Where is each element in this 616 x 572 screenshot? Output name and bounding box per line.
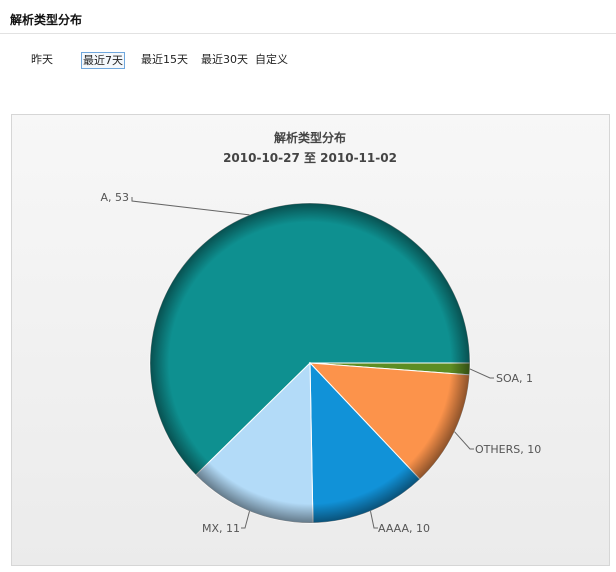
chart-title: 解析类型分布 — [274, 130, 346, 145]
tab-custom-range[interactable]: 自定义 — [254, 52, 289, 69]
connector-line-aaaa — [370, 510, 378, 529]
pie-slices — [149, 202, 471, 524]
slice-label-soa: SOA, 1 — [496, 372, 533, 385]
connector-line-others — [454, 431, 474, 450]
connector-line-a — [131, 197, 250, 216]
tab-last-30-days[interactable]: 最近30天 — [200, 52, 249, 69]
chart-subtitle: 2010-10-27 至 2010-11-02 — [223, 151, 397, 165]
tab-yesterday[interactable]: 昨天 — [30, 52, 54, 69]
date-range-tabs: 昨天 最近7天 最近15天 最近30天 自定义 — [0, 0, 616, 80]
pie-chart: 解析类型分布 2010-10-27 至 2010-11-02 A, 53 SOA,… — [100, 130, 541, 535]
slice-label-aaaa: AAAA, 10 — [378, 522, 430, 535]
tab-last-15-days[interactable]: 最近15天 — [140, 52, 189, 69]
tab-last-7-days[interactable]: 最近7天 — [81, 52, 125, 69]
connector-line-mx — [241, 510, 250, 529]
connector-line-soa — [469, 368, 494, 379]
slice-label-a: A, 53 — [100, 191, 129, 204]
chart-panel: 解析类型分布 2010-10-27 至 2010-11-02 A, 53 SOA,… — [11, 114, 610, 566]
slice-label-others: OTHERS, 10 — [475, 443, 541, 456]
slice-label-mx: MX, 11 — [202, 522, 240, 535]
